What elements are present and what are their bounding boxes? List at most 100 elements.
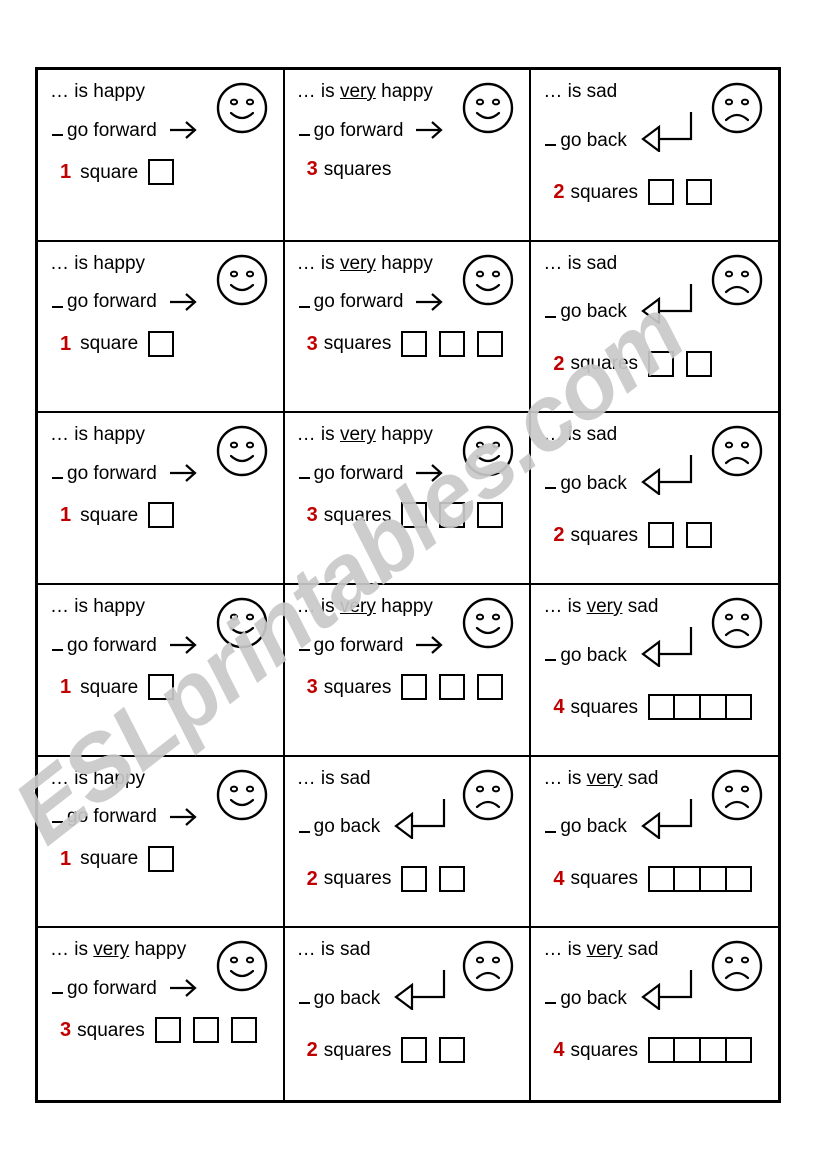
empty-square-box[interactable] bbox=[648, 350, 675, 377]
empty-square-box[interactable] bbox=[439, 674, 466, 700]
empty-square-box[interactable] bbox=[148, 159, 175, 185]
mood-word: happy bbox=[93, 81, 146, 102]
empty-square-box[interactable] bbox=[401, 330, 428, 357]
empty-square-box[interactable] bbox=[148, 502, 175, 529]
square-count: 2 bbox=[553, 352, 565, 375]
empty-square-box[interactable] bbox=[439, 330, 466, 357]
happy-face-icon bbox=[216, 769, 267, 820]
empty-square-box[interactable] bbox=[477, 502, 504, 529]
empty-square-box[interactable] bbox=[648, 522, 675, 549]
empty-square-box[interactable] bbox=[674, 1037, 701, 1064]
blank-underscore bbox=[545, 144, 557, 146]
square-count: 3 bbox=[306, 332, 318, 355]
flashcard-r1c2: … is very happy go forward 3 squares bbox=[284, 70, 532, 242]
empty-square-box[interactable] bbox=[401, 674, 428, 700]
count-line: 3 squares bbox=[297, 159, 520, 179]
empty-square-box[interactable] bbox=[700, 865, 727, 892]
square-unit-label: squares bbox=[570, 1039, 639, 1061]
back-arrow-icon bbox=[641, 283, 692, 324]
square-count: 1 bbox=[60, 332, 72, 355]
empty-square-box[interactable] bbox=[192, 1017, 219, 1044]
mood-prefix: … is bbox=[296, 81, 335, 102]
empty-square-box[interactable] bbox=[148, 674, 175, 700]
empty-square-box[interactable] bbox=[401, 1037, 428, 1064]
empty-square-box[interactable] bbox=[726, 865, 753, 892]
sad-face bbox=[710, 768, 764, 827]
empty-square-box[interactable] bbox=[686, 350, 713, 377]
mood-prefix: … is bbox=[296, 596, 335, 617]
empty-square-box[interactable] bbox=[401, 502, 428, 529]
empty-square-box[interactable] bbox=[700, 1037, 727, 1064]
empty-square-box[interactable] bbox=[477, 674, 504, 700]
empty-square-box[interactable] bbox=[686, 522, 713, 549]
empty-square-box[interactable] bbox=[230, 1017, 257, 1044]
forward-arrow-icon bbox=[169, 807, 197, 826]
square-unit-label: squares bbox=[570, 181, 639, 203]
count-line: 2 squares bbox=[543, 179, 768, 205]
empty-square-box[interactable] bbox=[477, 330, 504, 357]
happy-face-icon bbox=[463, 254, 514, 305]
forward-arrow-icon bbox=[416, 121, 444, 139]
mood-prefix: … is bbox=[50, 939, 88, 961]
empty-square-box[interactable] bbox=[648, 179, 675, 205]
empty-square-box[interactable] bbox=[726, 1037, 753, 1064]
flashcard-r3c1: … is happy go forward 1 square bbox=[38, 413, 285, 585]
square-boxes-group bbox=[648, 350, 713, 377]
flashcard-r4c2: … is very happy go forward 3 squares bbox=[284, 585, 532, 757]
happy-face bbox=[215, 424, 269, 483]
square-boxes-group bbox=[401, 330, 504, 357]
count-line: 1 square bbox=[50, 159, 273, 185]
empty-square-box[interactable] bbox=[439, 865, 466, 892]
happy-face-icon bbox=[216, 941, 267, 992]
back-arrow bbox=[394, 797, 454, 839]
back-arrow-icon bbox=[641, 970, 692, 1011]
empty-square-box[interactable] bbox=[648, 1037, 675, 1064]
square-boxes-group bbox=[148, 330, 175, 357]
mood-word: happy bbox=[381, 596, 433, 617]
back-arrow bbox=[641, 797, 701, 839]
square-count: 3 bbox=[306, 504, 318, 527]
square-boxes-group bbox=[148, 674, 175, 700]
direction-label: go back bbox=[560, 129, 627, 151]
square-boxes-group bbox=[648, 865, 753, 892]
sad-face-icon bbox=[711, 426, 763, 477]
back-arrow-icon bbox=[641, 112, 692, 152]
flashcard-r5c2: … is sad go back 2 squares bbox=[284, 756, 532, 929]
empty-square-box[interactable] bbox=[148, 845, 175, 872]
forward-arrow bbox=[169, 977, 199, 999]
back-arrow-icon bbox=[641, 798, 692, 839]
empty-square-box[interactable] bbox=[648, 694, 675, 720]
count-line: 4 squares bbox=[543, 865, 768, 892]
empty-square-box[interactable] bbox=[674, 865, 701, 892]
square-unit-label: squares bbox=[323, 333, 392, 355]
forward-arrow-icon bbox=[169, 121, 197, 139]
very-emphasis: very bbox=[586, 939, 623, 961]
blank-underscore bbox=[298, 477, 310, 480]
empty-square-box[interactable] bbox=[439, 1037, 466, 1064]
blank-underscore bbox=[298, 305, 310, 308]
count-line: 3 squares bbox=[297, 674, 520, 700]
empty-square-box[interactable] bbox=[700, 694, 727, 720]
blank-underscore bbox=[52, 305, 63, 308]
empty-square-box[interactable] bbox=[686, 179, 713, 205]
mood-prefix: … is bbox=[296, 424, 335, 446]
happy-face-icon bbox=[463, 426, 514, 477]
back-arrow bbox=[641, 282, 701, 324]
empty-square-box[interactable] bbox=[648, 865, 675, 892]
square-unit-label: squares bbox=[323, 158, 392, 180]
direction-label: go back bbox=[560, 301, 627, 323]
empty-square-box[interactable] bbox=[726, 694, 753, 720]
square-boxes-group bbox=[401, 865, 466, 892]
empty-square-box[interactable] bbox=[148, 330, 175, 357]
sad-face-icon bbox=[711, 597, 763, 649]
empty-square-box[interactable] bbox=[674, 694, 701, 720]
count-line: 1 square bbox=[50, 674, 273, 700]
happy-face-icon bbox=[216, 426, 267, 477]
happy-face bbox=[215, 939, 269, 998]
empty-square-box[interactable] bbox=[439, 502, 466, 529]
empty-square-box[interactable] bbox=[401, 865, 428, 892]
empty-square-box[interactable] bbox=[154, 1017, 181, 1044]
forward-arrow-icon bbox=[416, 636, 444, 654]
direction-label: go forward bbox=[67, 977, 157, 999]
mood-prefix: … is bbox=[543, 939, 582, 961]
